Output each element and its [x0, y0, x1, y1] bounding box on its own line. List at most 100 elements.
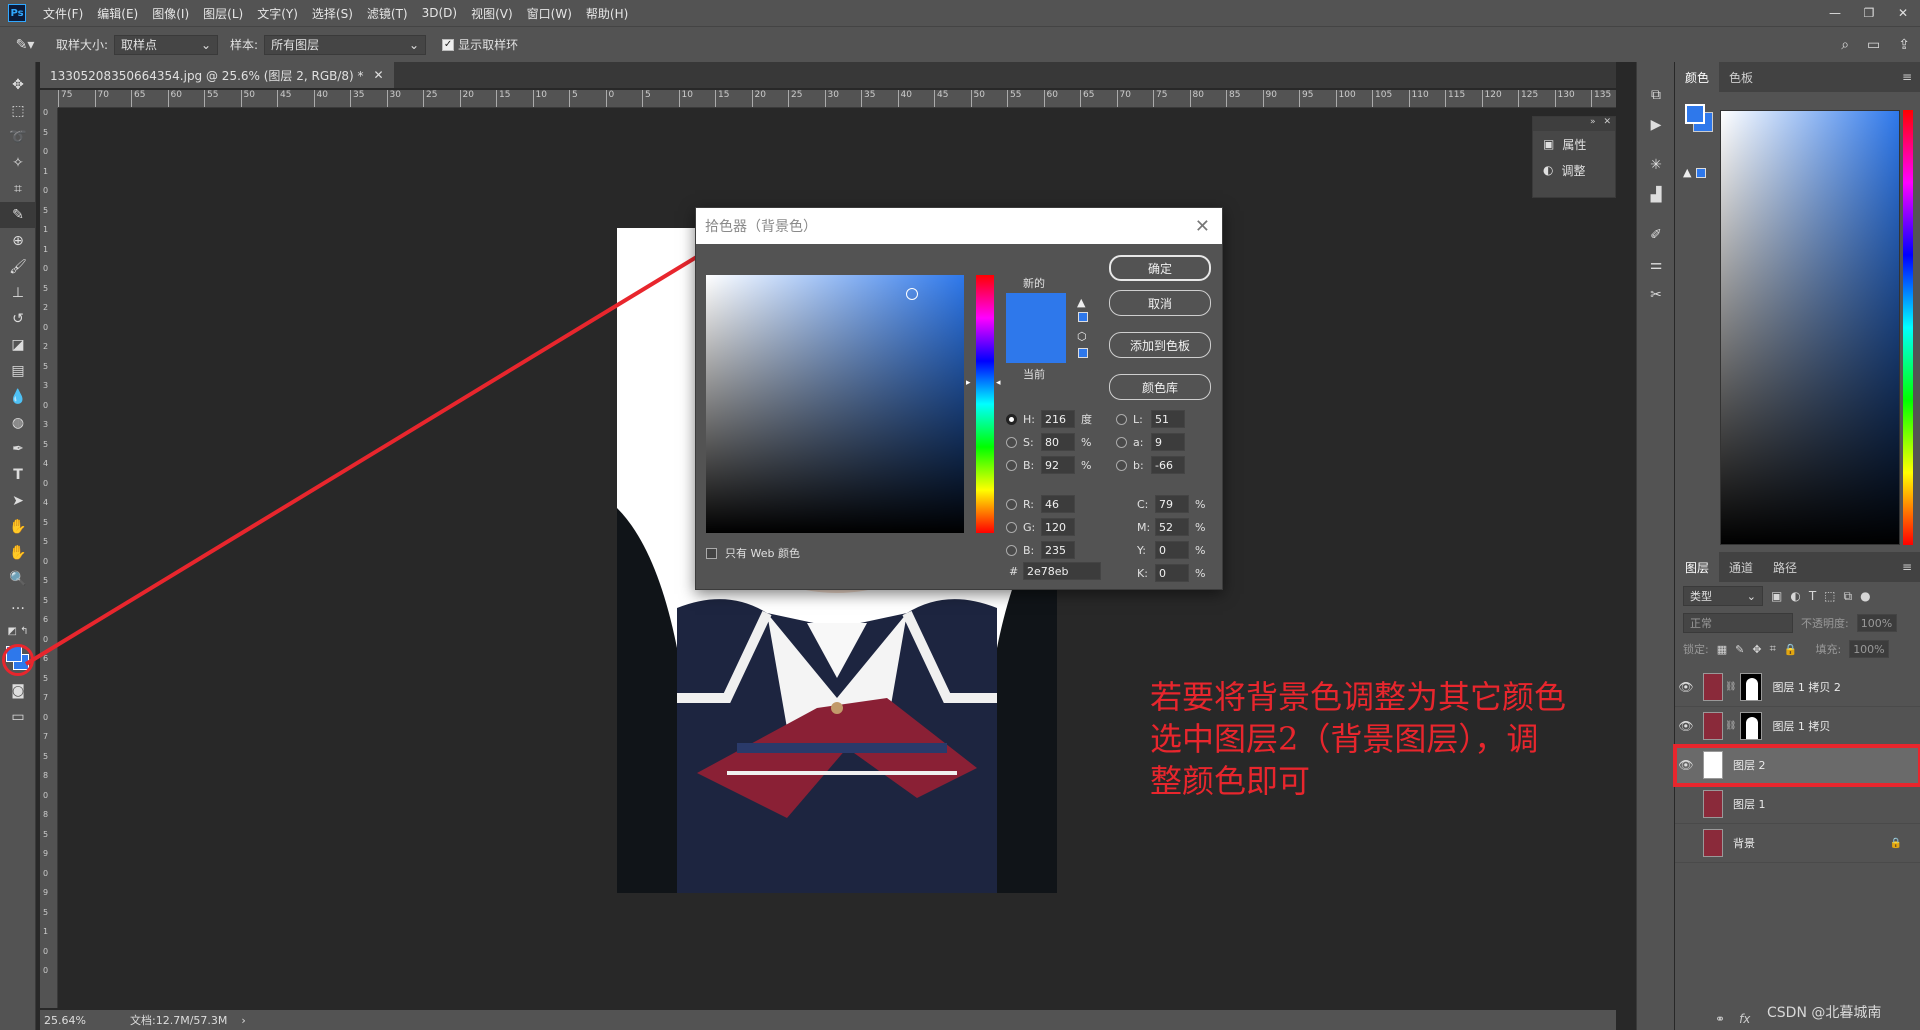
- color-field[interactable]: [706, 275, 964, 533]
- color-panel-field[interactable]: [1720, 110, 1900, 545]
- close-tab-icon[interactable]: ✕: [374, 68, 384, 82]
- history-icon[interactable]: ⧉: [1637, 80, 1675, 110]
- web-safe-cube-icon[interactable]: ⬡: [1077, 330, 1087, 343]
- show-ring-checkbox[interactable]: ✓: [442, 38, 455, 51]
- close-window-icon[interactable]: ✕: [1886, 0, 1920, 26]
- color-panel-fg-swatch[interactable]: [1685, 104, 1705, 124]
- blend-mode-select[interactable]: 正常: [1683, 613, 1793, 633]
- fill-field[interactable]: 100%: [1849, 640, 1890, 658]
- tab-swatches[interactable]: 色板: [1719, 69, 1763, 86]
- tab-layers[interactable]: 图层: [1675, 552, 1720, 582]
- crop-tool-icon[interactable]: ⌗: [0, 176, 36, 202]
- lab-b-field[interactable]: -66: [1151, 456, 1185, 474]
- tab-color[interactable]: 颜色: [1675, 62, 1720, 92]
- menu-select[interactable]: 选择(S): [305, 5, 360, 22]
- restore-icon[interactable]: ❐: [1852, 0, 1886, 26]
- layer-row[interactable]: 👁 ⛓ 图层 1 拷贝: [1675, 707, 1920, 746]
- color-panel-warning-swatch[interactable]: [1696, 168, 1706, 178]
- zoom-level[interactable]: 25.64%: [44, 1014, 124, 1027]
- marquee-tool-icon[interactable]: ⬚: [0, 98, 36, 124]
- layers-menu-icon[interactable]: ≡: [1902, 560, 1912, 574]
- type-tool-icon[interactable]: T: [0, 462, 36, 488]
- pen-tool-icon[interactable]: ✒: [0, 436, 36, 462]
- s-field[interactable]: 80: [1041, 433, 1075, 451]
- s-radio[interactable]: [1006, 436, 1017, 448]
- menu-filter[interactable]: 滤镜(T): [360, 5, 415, 22]
- path-selection-tool-icon[interactable]: ➤: [0, 488, 36, 514]
- color-libraries-button[interactable]: 颜色库: [1109, 374, 1211, 400]
- hue-slider[interactable]: [976, 275, 994, 533]
- adjustments-button[interactable]: ◐ 调整: [1533, 157, 1615, 183]
- swap-colors-icon[interactable]: ◩ ↰: [0, 618, 36, 644]
- quick-mask-icon[interactable]: ◙: [0, 678, 36, 704]
- menu-help[interactable]: 帮助(H): [579, 5, 635, 22]
- hex-field[interactable]: 2e78eb: [1023, 562, 1101, 580]
- dodge-tool-icon[interactable]: ◍: [0, 410, 36, 436]
- y-field[interactable]: 0: [1155, 541, 1189, 559]
- move-tool-icon[interactable]: ✥: [0, 72, 36, 98]
- show-ring-option[interactable]: ✓ 显示取样环: [442, 36, 518, 53]
- g-field[interactable]: 120: [1041, 518, 1075, 536]
- more-tools-icon[interactable]: …: [0, 592, 36, 618]
- hand-tool-icon[interactable]: ✋: [0, 540, 36, 566]
- hue-slider-left-handle[interactable]: ▸: [966, 378, 971, 388]
- lock-position-icon[interactable]: ✥: [1752, 643, 1761, 656]
- blue-field[interactable]: 235: [1041, 541, 1075, 559]
- color-swatches[interactable]: [0, 644, 36, 678]
- menu-edit[interactable]: 编辑(E): [90, 5, 145, 22]
- screen-mode-icon[interactable]: ▭: [0, 704, 36, 730]
- menu-type[interactable]: 文字(Y): [250, 5, 305, 22]
- eye-icon[interactable]: 👁: [1675, 758, 1697, 772]
- gamut-warning-icon[interactable]: ▲: [1077, 296, 1085, 309]
- hue-slider-right-handle[interactable]: ◂: [996, 378, 1001, 388]
- layer-mask-thumbnail[interactable]: [1740, 673, 1763, 701]
- color-panel-hue-slider[interactable]: [1903, 110, 1913, 545]
- menu-window[interactable]: 窗口(W): [520, 5, 579, 22]
- blue-radio[interactable]: [1006, 544, 1017, 556]
- eyedropper-tool-preset-icon[interactable]: ✎▾: [0, 32, 50, 58]
- eye-icon[interactable]: 👁: [1675, 719, 1697, 733]
- h-radio[interactable]: [1006, 413, 1017, 425]
- gamut-swatch[interactable]: [1078, 312, 1088, 322]
- k-field[interactable]: 0: [1155, 564, 1189, 582]
- brush-tool-icon[interactable]: 🖌: [0, 254, 36, 280]
- navigator-icon[interactable]: ✳: [1637, 150, 1675, 180]
- layer-filter-select[interactable]: 类型 ⌄: [1683, 586, 1763, 606]
- document-tab[interactable]: 13305208350664354.jpg @ 25.6% (图层 2, RGB…: [40, 62, 394, 88]
- lock-paint-icon[interactable]: ✎: [1735, 643, 1744, 656]
- search-icon[interactable]: ⌕: [1841, 37, 1849, 53]
- l-field[interactable]: 51: [1151, 410, 1185, 428]
- gradient-tool-icon[interactable]: ▤: [0, 358, 36, 384]
- link-layers-icon[interactable]: ⚭: [1715, 1012, 1725, 1026]
- tools-cross-icon[interactable]: ✂: [1637, 280, 1675, 310]
- layer-row[interactable]: 背景 🔒: [1675, 824, 1920, 863]
- adjust-sliders-icon[interactable]: ⚌: [1637, 250, 1675, 280]
- add-to-swatches-button[interactable]: 添加到色板: [1109, 332, 1211, 358]
- menu-3d[interactable]: 3D(D): [415, 6, 464, 20]
- menu-view[interactable]: 视图(V): [464, 5, 520, 22]
- menu-image[interactable]: 图像(I): [145, 5, 196, 22]
- shape-tool-icon[interactable]: ✋: [0, 514, 36, 540]
- lock-artboard-icon[interactable]: ⌗: [1770, 642, 1776, 656]
- g-radio[interactable]: [1006, 521, 1017, 533]
- filter-toggle-icon[interactable]: ●: [1860, 589, 1870, 603]
- eye-icon[interactable]: 👁: [1675, 680, 1697, 694]
- ok-button[interactable]: 确定: [1109, 255, 1211, 281]
- l-radio[interactable]: [1116, 413, 1127, 425]
- panel-menu-icon[interactable]: ≡: [1902, 70, 1912, 84]
- layer-row[interactable]: 👁 ⛓ 图层 1 拷贝 2: [1675, 668, 1920, 707]
- web-only-option[interactable]: 只有 Web 颜色: [706, 544, 800, 562]
- r-field[interactable]: 46: [1041, 495, 1075, 513]
- stamp-tool-icon[interactable]: ⊥: [0, 280, 36, 306]
- collapse-icon[interactable]: »: [1590, 117, 1596, 131]
- histogram-icon[interactable]: ▟: [1637, 180, 1675, 210]
- filter-smart-icon[interactable]: ⧉: [1844, 589, 1853, 604]
- history-brush-tool-icon[interactable]: ↺: [0, 306, 36, 332]
- workspace-icon[interactable]: ▭: [1867, 37, 1880, 53]
- lab-b-radio[interactable]: [1116, 459, 1127, 471]
- filter-shape-icon[interactable]: ⬚: [1824, 589, 1835, 603]
- status-menu-arrow-icon[interactable]: ›: [241, 1014, 245, 1027]
- b-field[interactable]: 92: [1041, 456, 1075, 474]
- eraser-tool-icon[interactable]: ◪: [0, 332, 36, 358]
- filter-adjust-icon[interactable]: ◐: [1790, 589, 1800, 603]
